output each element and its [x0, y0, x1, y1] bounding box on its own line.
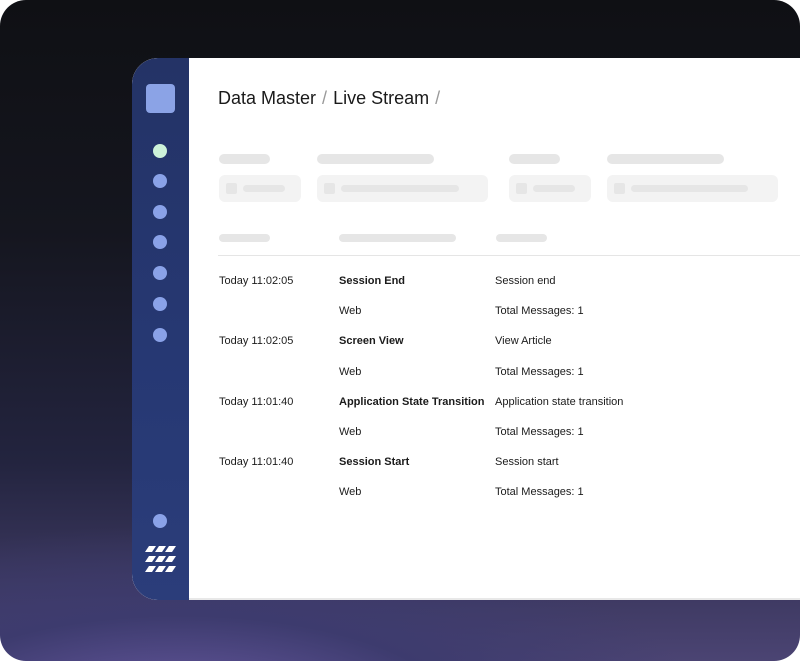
- filter-icon-placeholder: [324, 183, 335, 194]
- nav-item-2-icon[interactable]: [153, 205, 167, 219]
- event-description: View Article: [495, 335, 552, 348]
- event-source: Web: [339, 486, 362, 499]
- event-messages: Total Messages: 1: [495, 486, 584, 499]
- event-messages: Total Messages: 1: [495, 305, 584, 318]
- event-row[interactable]: Today 11:02:05 Session End Session end: [219, 266, 800, 296]
- header-divider: [218, 255, 800, 256]
- filter-text-placeholder: [243, 185, 285, 192]
- event-description: Application state transition: [495, 395, 624, 408]
- filter-label-placeholder: [509, 154, 560, 164]
- column-header-placeholder: [496, 234, 547, 242]
- filter-label-placeholder: [219, 154, 270, 164]
- main-panel: Data Master / Live Stream / Today 11:02:…: [189, 58, 800, 600]
- breadcrumb: Data Master / Live Stream /: [218, 88, 440, 109]
- app-logo-icon[interactable]: [146, 84, 175, 113]
- event-row[interactable]: Today 11:01:40 Application State Transit…: [219, 387, 800, 417]
- event-description: Session end: [495, 275, 556, 288]
- filter-text-placeholder: [631, 185, 748, 192]
- breadcrumb-live-stream[interactable]: Live Stream: [333, 88, 429, 109]
- event-messages: Total Messages: 1: [495, 426, 584, 439]
- nav-item-1-icon[interactable]: [153, 174, 167, 188]
- event-time: Today 11:01:40: [219, 395, 294, 408]
- event-messages: Total Messages: 1: [495, 365, 584, 378]
- event-detail-row: Web Total Messages: 1: [219, 296, 800, 326]
- nav-item-3-icon[interactable]: [153, 235, 167, 249]
- event-time: Today 11:02:05: [219, 335, 294, 348]
- breadcrumb-separator: /: [435, 88, 441, 108]
- filter-icon-placeholder: [516, 183, 527, 194]
- filter-text-placeholder: [341, 185, 459, 192]
- event-source: Web: [339, 305, 362, 318]
- filter-label-placeholder: [607, 154, 724, 164]
- profile-icon[interactable]: [153, 514, 167, 528]
- filter-icon-placeholder: [614, 183, 625, 194]
- event-source: Web: [339, 365, 362, 378]
- nav-item-6-icon[interactable]: [153, 328, 167, 342]
- event-name: Session Start: [339, 456, 410, 469]
- event-detail-row: Web Total Messages: 1: [219, 417, 800, 447]
- event-list: Today 11:02:05 Session End Session end W…: [219, 266, 800, 508]
- event-detail-row: Web Total Messages: 1: [219, 357, 800, 387]
- nav-item-4-icon[interactable]: [153, 266, 167, 280]
- column-header-placeholder: [339, 234, 456, 242]
- event-name: Application State Transition: [339, 395, 485, 408]
- filter-label-placeholder: [317, 154, 434, 164]
- filter-icon-placeholder: [226, 183, 237, 194]
- event-name: Session End: [339, 275, 406, 288]
- status-dot-icon[interactable]: [153, 144, 167, 158]
- event-row[interactable]: Today 11:02:05 Screen View View Article: [219, 326, 800, 356]
- filter-text-placeholder: [533, 185, 575, 192]
- panel-bottom-border: [189, 598, 800, 600]
- app-window: Data Master / Live Stream / Today 11:02:…: [132, 58, 800, 600]
- event-source: Web: [339, 426, 362, 439]
- sidebar: [132, 58, 189, 600]
- event-detail-row: Web Total Messages: 1: [219, 477, 800, 507]
- column-header-placeholder: [219, 234, 270, 242]
- event-name: Screen View: [339, 335, 404, 348]
- event-description: Session start: [495, 456, 559, 469]
- breadcrumb-separator: /: [322, 88, 328, 108]
- event-row[interactable]: Today 11:01:40 Session Start Session sta…: [219, 447, 800, 477]
- background: Data Master / Live Stream / Today 11:02:…: [0, 0, 800, 661]
- event-time: Today 11:02:05: [219, 275, 294, 288]
- brand-logo-icon[interactable]: [145, 546, 177, 572]
- event-time: Today 11:01:40: [219, 456, 294, 469]
- nav-item-5-icon[interactable]: [153, 297, 167, 311]
- breadcrumb-data-master[interactable]: Data Master: [218, 88, 316, 109]
